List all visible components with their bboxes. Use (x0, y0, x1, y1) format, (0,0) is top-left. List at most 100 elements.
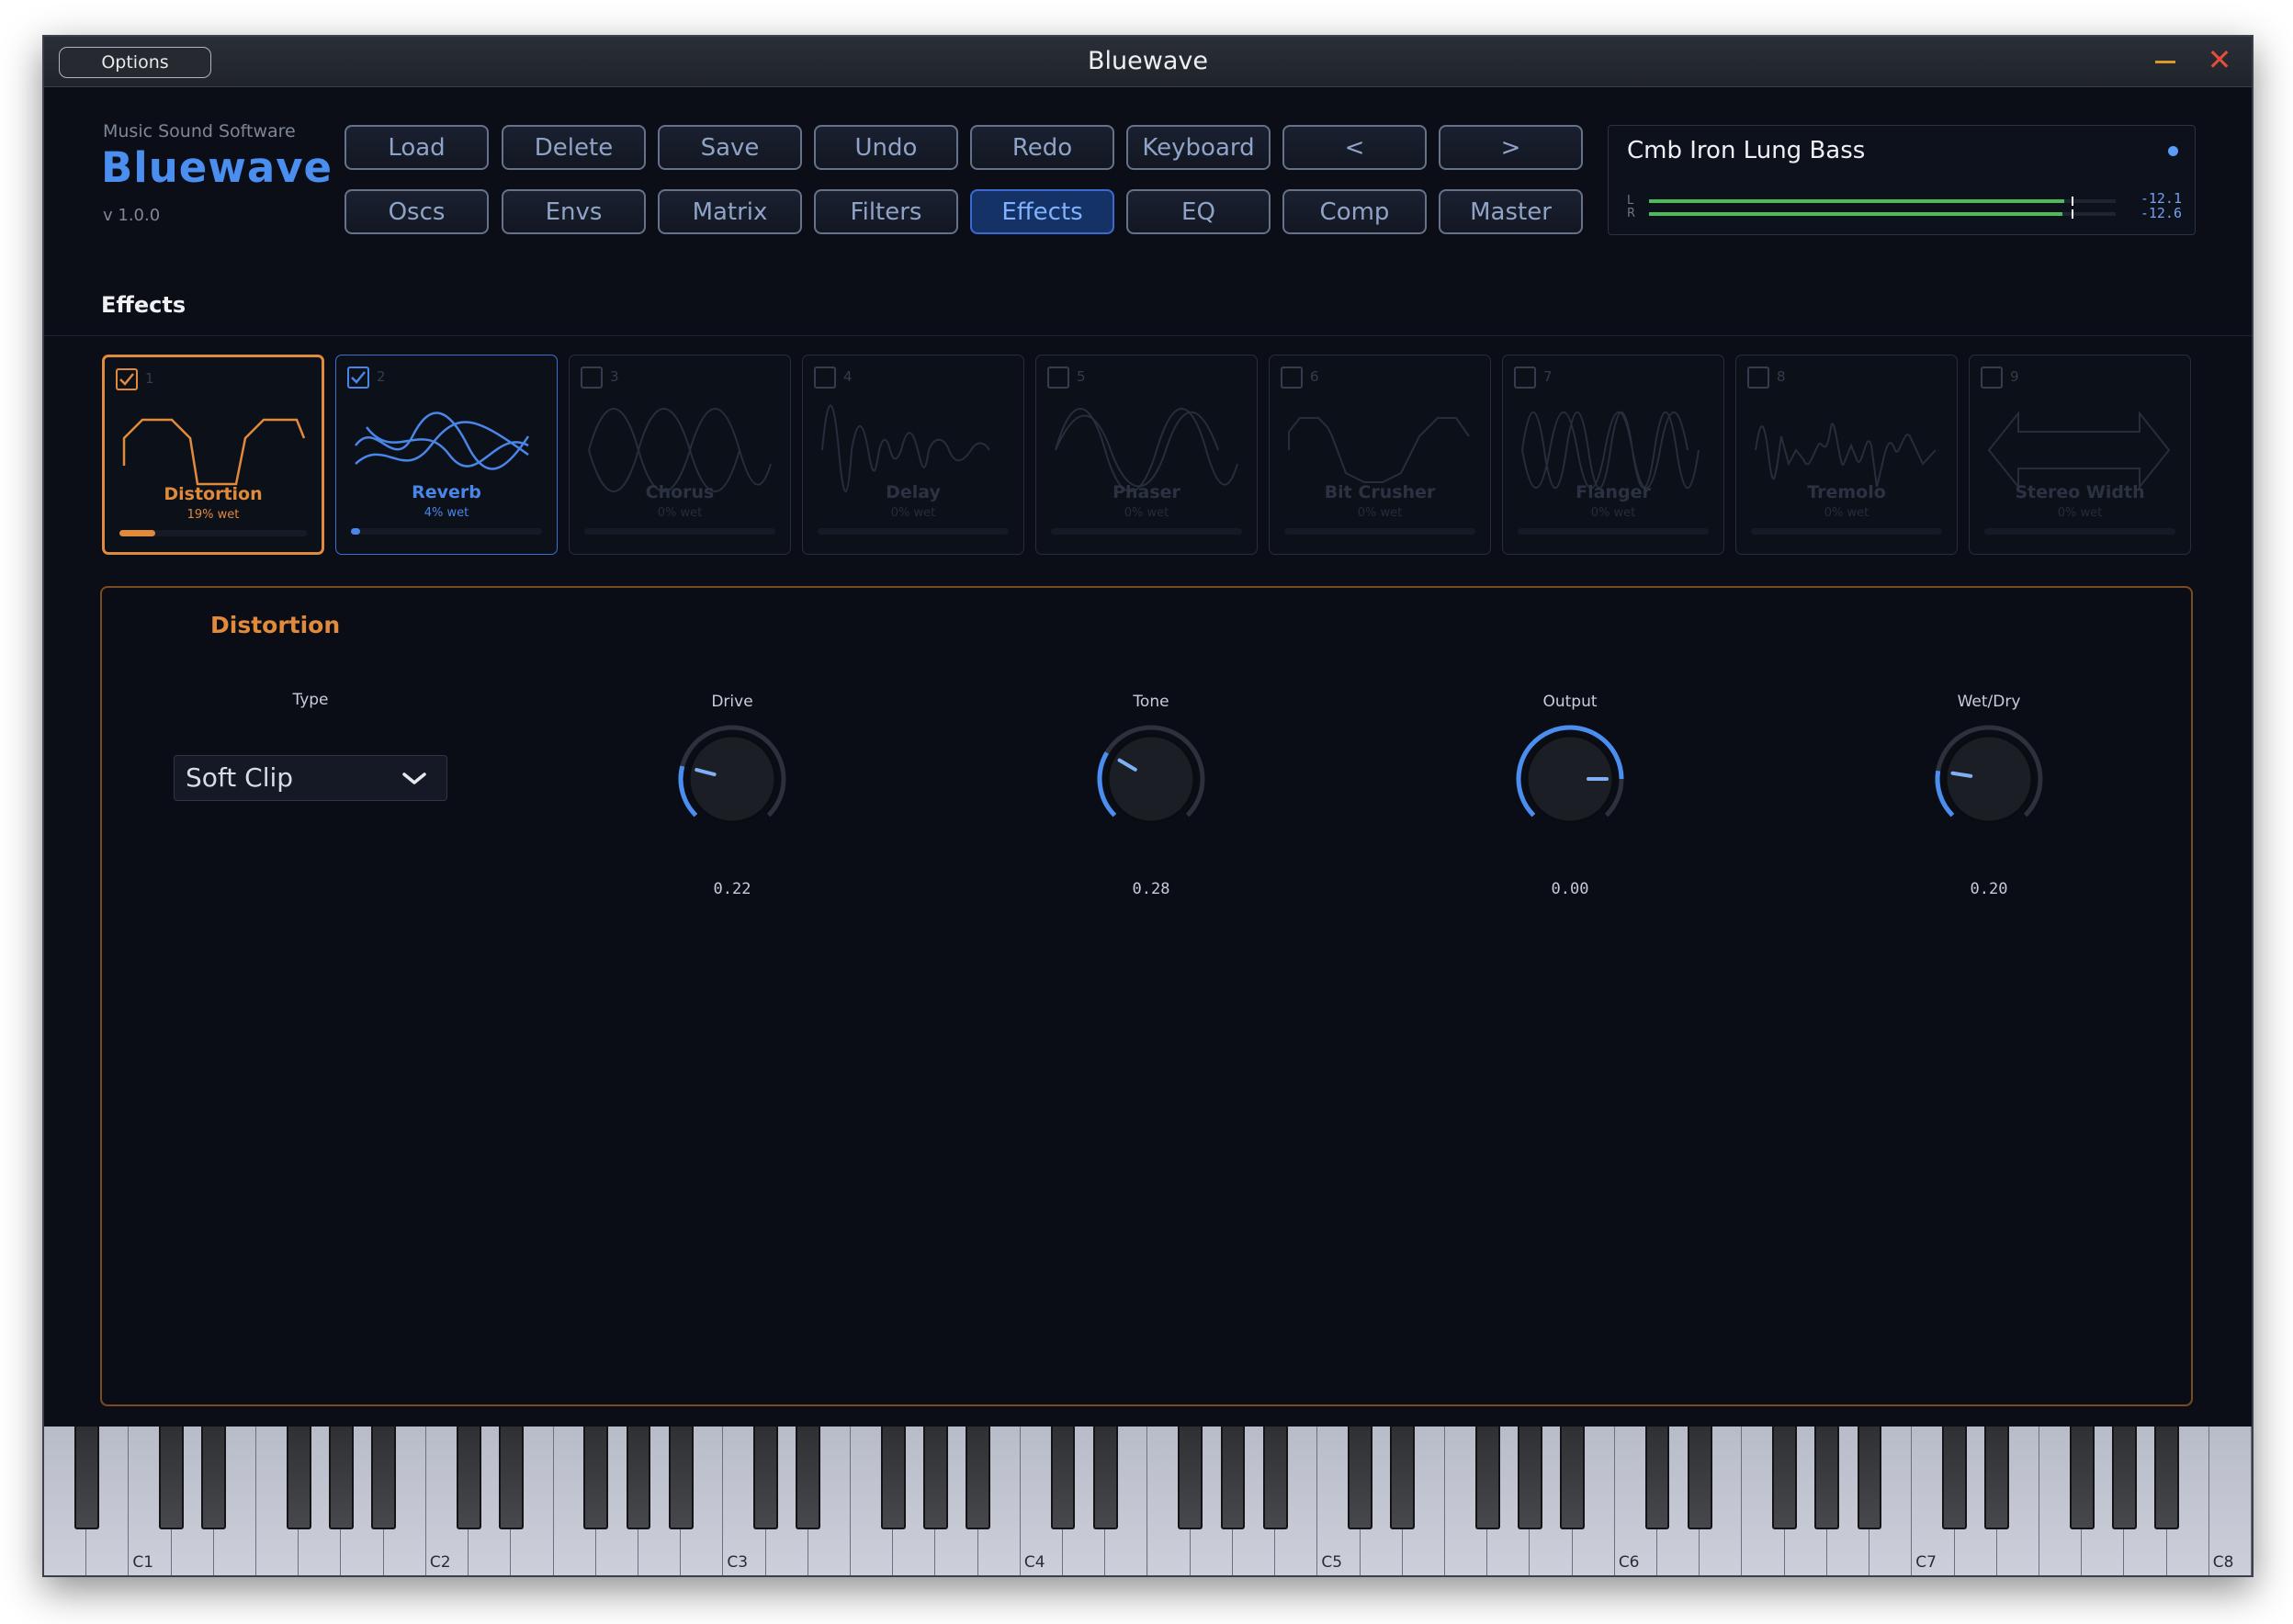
black-key[interactable] (456, 1427, 481, 1529)
octave-label: C8 (2212, 1553, 2234, 1572)
black-key[interactable] (626, 1427, 651, 1529)
keyboard-button[interactable]: Keyboard (1126, 125, 1271, 170)
effect-wet-bar[interactable] (1284, 528, 1475, 535)
effect-slot-number: 1 (145, 370, 154, 387)
tab-comp[interactable]: Comp (1282, 189, 1427, 234)
black-key[interactable] (1390, 1427, 1416, 1529)
black-key[interactable] (201, 1427, 227, 1529)
status-dot-icon (2168, 146, 2178, 156)
drive-knob[interactable] (672, 719, 792, 839)
effect-slot-chorus[interactable]: 3 Chorus 0% wet (569, 355, 791, 555)
close-icon[interactable]: ✕ (2206, 45, 2233, 74)
preset-name[interactable]: Cmb Iron Lung Bass (1627, 137, 1865, 164)
effect-wet-bar[interactable] (1051, 528, 1242, 535)
effect-slot-name: Phaser (1113, 482, 1180, 502)
effect-wet-bar[interactable] (1751, 528, 1942, 535)
output-knob[interactable] (1510, 719, 1630, 839)
load-button[interactable]: Load (345, 125, 489, 170)
next-preset-button[interactable]: > (1439, 125, 1583, 170)
black-key[interactable] (2154, 1427, 2179, 1529)
effect-enable-checkbox[interactable] (1047, 367, 1069, 389)
check-icon (119, 373, 134, 386)
effect-slot-delay[interactable]: 4 Delay 0% wet (802, 355, 1024, 555)
type-label: Type (292, 691, 329, 709)
effect-slot-tremolo[interactable]: 8 Tremolo 0% wet (1735, 355, 1958, 555)
effect-wet-bar[interactable] (1984, 528, 2175, 535)
effect-slot-bit-crusher[interactable]: 6 Bit Crusher 0% wet (1269, 355, 1491, 555)
black-key[interactable] (1220, 1427, 1246, 1529)
black-key[interactable] (583, 1427, 609, 1529)
tone-knob[interactable] (1091, 719, 1211, 839)
black-key[interactable] (753, 1427, 778, 1529)
black-key[interactable] (329, 1427, 354, 1529)
black-key[interactable] (1348, 1427, 1372, 1529)
tab-filters[interactable]: Filters (814, 189, 958, 234)
tab-oscs[interactable]: Oscs (345, 189, 489, 234)
effect-wet-bar[interactable] (1518, 528, 1709, 535)
prev-preset-button[interactable]: < (1282, 125, 1427, 170)
black-key[interactable] (371, 1427, 397, 1529)
black-key[interactable] (1178, 1427, 1203, 1529)
black-key[interactable] (668, 1427, 694, 1529)
effect-wet-bar[interactable] (818, 528, 1009, 535)
tab-eq[interactable]: EQ (1126, 189, 1271, 234)
effect-slot-name: Bit Crusher (1324, 482, 1436, 502)
black-key[interactable] (1050, 1427, 1076, 1529)
knob-value-tone: 0.28 (1132, 880, 1170, 898)
black-key[interactable] (1560, 1427, 1585, 1529)
wet-dry-knob[interactable] (1929, 719, 2049, 839)
tab-effects[interactable]: Effects (970, 189, 1114, 234)
black-key[interactable] (2069, 1427, 2095, 1529)
delete-button[interactable]: Delete (502, 125, 646, 170)
effect-enable-checkbox[interactable] (347, 367, 369, 389)
black-key[interactable] (159, 1427, 185, 1529)
black-key[interactable] (796, 1427, 821, 1529)
black-key[interactable] (1942, 1427, 1967, 1529)
black-key[interactable] (1772, 1427, 1798, 1529)
black-key[interactable] (966, 1427, 991, 1529)
tab-matrix[interactable]: Matrix (658, 189, 802, 234)
save-button[interactable]: Save (658, 125, 802, 170)
effect-enable-checkbox[interactable] (116, 368, 138, 390)
black-key[interactable] (1262, 1427, 1288, 1529)
octave-label: C3 (727, 1553, 749, 1572)
title-bar: Options Bluewave ✕ (44, 37, 2252, 87)
black-key[interactable] (923, 1427, 948, 1529)
black-key[interactable] (498, 1427, 524, 1529)
black-key[interactable] (2111, 1427, 2137, 1529)
tab-envs[interactable]: Envs (502, 189, 646, 234)
type-dropdown[interactable]: Soft Clip (174, 755, 447, 801)
effect-enable-checkbox[interactable] (814, 367, 836, 389)
effect-enable-checkbox[interactable] (1281, 367, 1303, 389)
black-key[interactable] (1984, 1427, 2010, 1529)
black-key[interactable] (1814, 1427, 1840, 1529)
effect-wet-bar[interactable] (584, 528, 775, 535)
effect-wet-bar[interactable] (351, 528, 542, 535)
undo-button[interactable]: Undo (814, 125, 958, 170)
effect-slot-distortion[interactable]: 1 Distortion 19% wet (102, 355, 324, 555)
effect-wet-bar[interactable] (119, 530, 307, 536)
meter-label-left: L (1627, 194, 1634, 208)
black-key[interactable] (1644, 1427, 1670, 1529)
black-key[interactable] (286, 1427, 311, 1529)
black-key[interactable] (1857, 1427, 1882, 1529)
black-key[interactable] (1518, 1427, 1542, 1529)
effect-enable-checkbox[interactable] (1514, 367, 1536, 389)
effect-slot-flanger[interactable]: 7 Flanger 0% wet (1502, 355, 1724, 555)
effect-enable-checkbox[interactable] (1747, 367, 1769, 389)
black-key[interactable] (1474, 1427, 1500, 1529)
minimize-icon[interactable] (2152, 48, 2178, 73)
effect-slot-reverb[interactable]: 2 Reverb 4% wet (335, 355, 558, 555)
black-key[interactable] (1092, 1427, 1118, 1529)
redo-button[interactable]: Redo (970, 125, 1114, 170)
black-key[interactable] (1687, 1427, 1712, 1529)
effect-slot-number: 8 (1777, 368, 1786, 385)
black-key[interactable] (73, 1427, 99, 1529)
black-key[interactable] (880, 1427, 906, 1529)
tab-master[interactable]: Master (1439, 189, 1583, 234)
effect-slot-stereo-width[interactable]: 9 Stereo Width 0% wet (1969, 355, 2191, 555)
effect-slot-phaser[interactable]: 5 Phaser 0% wet (1035, 355, 1258, 555)
effect-enable-checkbox[interactable] (1981, 367, 2003, 389)
effect-enable-checkbox[interactable] (581, 367, 603, 389)
piano-keyboard[interactable]: C1 C2 C3 C4 C5 C6 C7 C8 (44, 1427, 2252, 1575)
